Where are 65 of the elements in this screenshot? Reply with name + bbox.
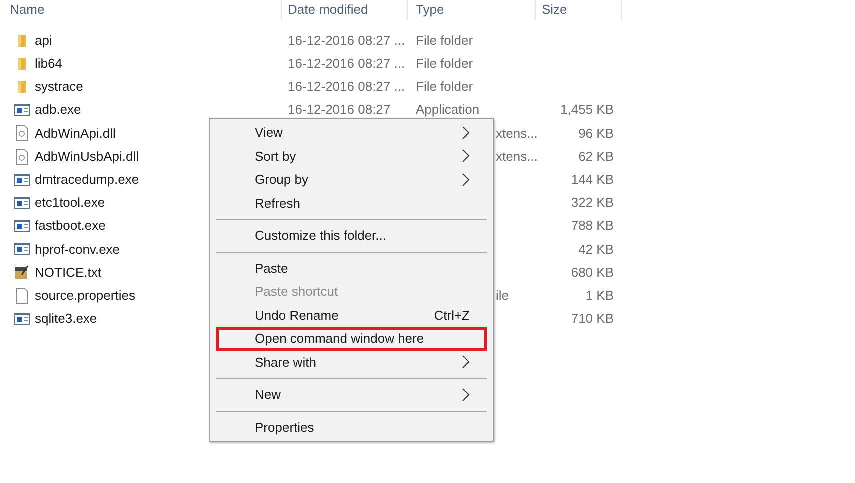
file-name[interactable]: AdbWinApi.dll [35, 124, 116, 144]
application-window-icon [14, 103, 30, 118]
chevron-right-icon [462, 172, 470, 187]
folder-icon [15, 80, 29, 94]
file-size: 42 KB [578, 240, 614, 259]
chevron-right-icon [462, 388, 470, 402]
file-type: ile [496, 288, 510, 303]
file-size: 322 KB [571, 194, 614, 212]
file-name[interactable]: fastboot.exe [35, 216, 106, 236]
application-window-icon [14, 242, 30, 256]
file-size: 710 KB [571, 310, 614, 328]
menu-item[interactable]: View [216, 121, 487, 144]
folder-icon [15, 34, 29, 48]
date-modified: 16-12-2016 08:27 [288, 102, 391, 118]
file-name[interactable]: hprof-conv.exe [35, 240, 120, 260]
date-modified: 16-12-2016 08:27 ... [288, 56, 406, 72]
file-name[interactable]: systrace [35, 77, 84, 97]
file-name[interactable]: etc1tool.exe [35, 193, 106, 213]
file-name[interactable]: adb.exe [35, 100, 82, 120]
application-window-icon [14, 312, 30, 326]
menu-item[interactable]: Properties [216, 416, 487, 439]
date-modified: 16-12-2016 08:27 ... [288, 32, 406, 48]
menu-item[interactable]: Customize this folder... [216, 224, 487, 248]
folder-icon [15, 56, 29, 71]
column-header[interactable]: Name [0, 0, 282, 20]
file-type: xtens... [496, 148, 538, 164]
file-name[interactable]: source.properties [35, 286, 136, 306]
menu-item[interactable]: Share with [216, 350, 487, 374]
file-name[interactable]: AdbWinUsbApi.dll [35, 146, 140, 166]
file-type: Application [416, 102, 480, 118]
file-size: 96 KB [578, 124, 614, 143]
file-type: File folder [416, 79, 474, 94]
file-name[interactable]: NOTICE.txt [35, 262, 102, 282]
file-type: xtens... [496, 126, 538, 141]
menu-item[interactable]: Sort by [216, 144, 487, 168]
chevron-right-icon [462, 355, 470, 370]
column-header[interactable]: Size [536, 0, 622, 20]
file-size: 680 KB [571, 264, 614, 282]
file-size: 1 KB [586, 286, 614, 305]
file-name[interactable]: sqlite3.exe [35, 309, 98, 329]
menu-item[interactable]: Refresh [216, 192, 487, 215]
application-window-icon [14, 219, 30, 234]
file-size: 144 KB [571, 170, 614, 189]
column-header[interactable]: Date modified [282, 0, 408, 20]
application-window-icon [14, 196, 30, 210]
chevron-right-icon [462, 126, 470, 140]
application-window-icon [14, 172, 30, 187]
chevron-right-icon [462, 149, 470, 164]
file-size: 788 KB [571, 217, 614, 236]
menu-item[interactable]: Paste [216, 256, 487, 280]
menu-item[interactable]: Undo Rename Ctrl+Z [216, 304, 487, 327]
file-name[interactable]: api [35, 30, 52, 50]
blank-file-icon [15, 288, 29, 304]
file-name[interactable]: lib64 [35, 54, 62, 74]
file-name[interactable]: dmtracedump.exe [35, 170, 140, 190]
file-size: 1,455 KB [560, 101, 614, 120]
notepad-icon [14, 264, 30, 280]
menu-item[interactable]: Group by [216, 168, 487, 192]
menu-item[interactable]: New [216, 383, 487, 406]
file-size: 62 KB [578, 148, 614, 166]
file-type: File folder [416, 32, 474, 48]
column-header[interactable]: Type [408, 0, 536, 20]
menu-item[interactable]: Open command window here [216, 327, 487, 350]
file-type: File folder [416, 56, 474, 72]
date-modified: 16-12-2016 08:27 ... [288, 79, 406, 94]
